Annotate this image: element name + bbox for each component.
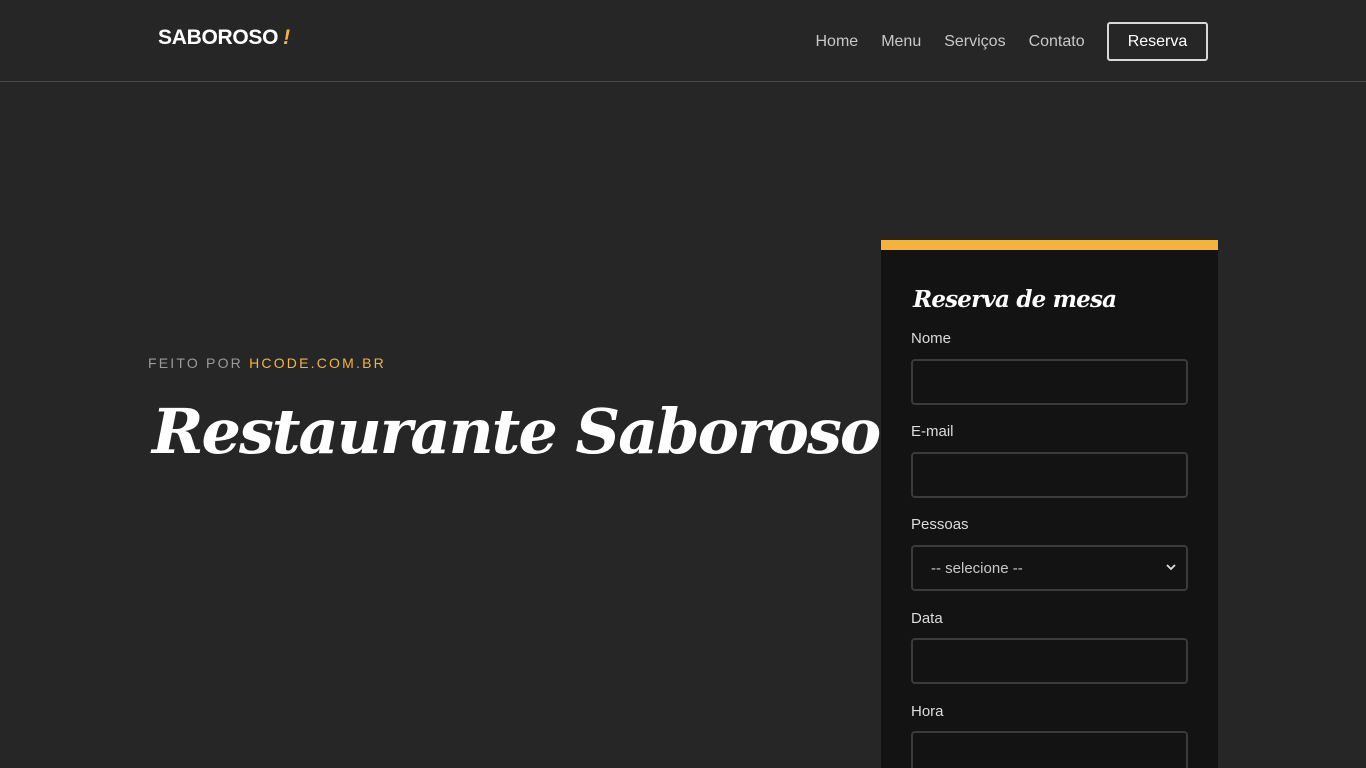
reserve-button[interactable]: Reserva [1107, 22, 1208, 61]
reservation-form: Reserva de mesa Nome E-mail Pessoas -- s… [881, 240, 1218, 768]
form-title: Reserva de mesa [913, 286, 1117, 313]
date-input[interactable] [911, 638, 1188, 684]
time-label: Hora [911, 703, 944, 720]
date-label: Data [911, 610, 943, 627]
brand-accent: ! [283, 26, 290, 49]
people-label: Pessoas [911, 516, 969, 533]
made-by-prefix: FEITO POR [148, 355, 243, 371]
brand-logo[interactable]: SABOROSO! [158, 26, 290, 50]
hero-made-by: FEITO POR HCODE.COM.BR [148, 355, 386, 371]
nav-links: Home Menu Serviços Contato [804, 22, 1096, 61]
hero-title: Restaurante Saboroso! [152, 395, 906, 468]
navbar: SABOROSO! Home Menu Serviços Contato Res… [0, 0, 1366, 82]
nav-link-menu[interactable]: Menu [870, 22, 933, 61]
chevron-down-icon [1166, 562, 1176, 574]
people-selected-value: -- selecione -- [931, 559, 1023, 577]
name-input[interactable] [911, 359, 1188, 405]
made-by-link[interactable]: HCODE.COM.BR [249, 355, 386, 371]
nav-link-contato[interactable]: Contato [1017, 22, 1096, 61]
name-label: Nome [911, 330, 952, 347]
email-input[interactable] [911, 452, 1188, 498]
brand-text: SABOROSO [158, 26, 279, 49]
people-select[interactable]: -- selecione -- [911, 545, 1188, 591]
email-label: E-mail [911, 423, 954, 440]
nav-link-home[interactable]: Home [804, 22, 870, 61]
nav-link-servicos[interactable]: Serviços [933, 22, 1017, 61]
time-input[interactable] [911, 731, 1188, 768]
